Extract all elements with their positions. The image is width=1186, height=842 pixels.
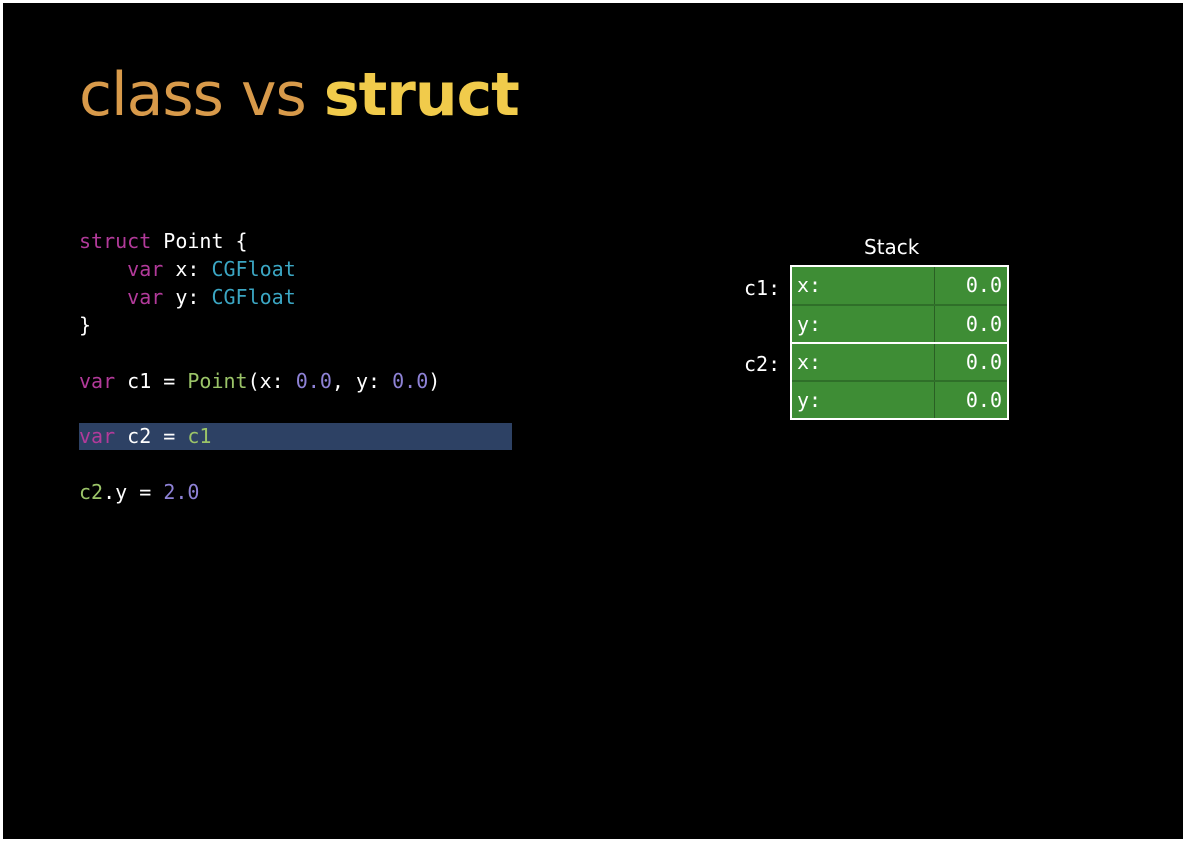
keyword: var [79,424,116,448]
field-name: y: [797,312,822,336]
cell-divider [934,267,935,304]
stack-cell-c2-x: x: 0.0 [792,342,1007,380]
function-name: Point [187,369,248,393]
number-literal: 0.0 [392,369,429,393]
stack-var-label-c1: c1: [744,276,781,300]
field-value: 0.0 [965,350,1002,374]
field-value: 0.0 [965,273,1002,297]
keyword: var [79,369,116,393]
code-line-4: } [79,311,91,339]
number-literal: 2.0 [163,480,200,504]
code-text: Point { [151,229,248,253]
number-literal: 0.0 [295,369,332,393]
code-line-3: var y: CGFloat [79,283,296,311]
code-text: x: [163,257,212,281]
keyword: var [127,285,164,309]
cell-divider [934,344,935,380]
variable-ref: c1 [187,424,212,448]
stack-title: Stack [864,235,920,259]
code-text: y: [163,285,212,309]
slide-title: class vs struct [79,55,520,135]
field-name: y: [797,388,822,412]
code-text: c1 = [115,369,188,393]
code-text: (x: [247,369,296,393]
code-line-2: var x: CGFloat [79,255,296,283]
type-name: CGFloat [211,285,296,309]
stack-cell-c1-x: x: 0.0 [792,267,1007,304]
code-text: .y = [103,480,164,504]
code-text: ) [428,369,441,393]
keyword: struct [79,229,152,253]
type-name: CGFloat [211,257,296,281]
variable-ref: c2 [79,480,104,504]
title-class-word: class [79,60,224,130]
code-text: , y: [331,369,393,393]
code-text: c2 = [115,424,188,448]
slide: class vs struct struct Point { var x: CG… [3,3,1183,839]
code-text: } [79,313,92,337]
keyword: var [127,257,164,281]
field-name: x: [797,350,822,374]
stack-cell-c1-y: y: 0.0 [792,304,1007,342]
stack-table: x: 0.0 y: 0.0 x: 0.0 y: 0.0 [790,265,1009,420]
code-line-5: var c1 = Point(x: 0.0, y: 0.0) [79,367,440,395]
field-name: x: [797,273,822,297]
field-value: 0.0 [965,312,1002,336]
title-vs-word: vs [241,60,307,130]
code-line-7: c2.y = 2.0 [79,478,199,506]
stack-cell-c2-y: y: 0.0 [792,380,1007,418]
title-struct-word: struct [323,60,520,130]
cell-divider [934,306,935,342]
stack-var-label-c2: c2: [744,352,781,376]
field-value: 0.0 [965,388,1002,412]
code-line-1: struct Point { [79,227,248,255]
cell-divider [934,382,935,418]
code-line-6: var c2 = c1 [79,422,211,450]
